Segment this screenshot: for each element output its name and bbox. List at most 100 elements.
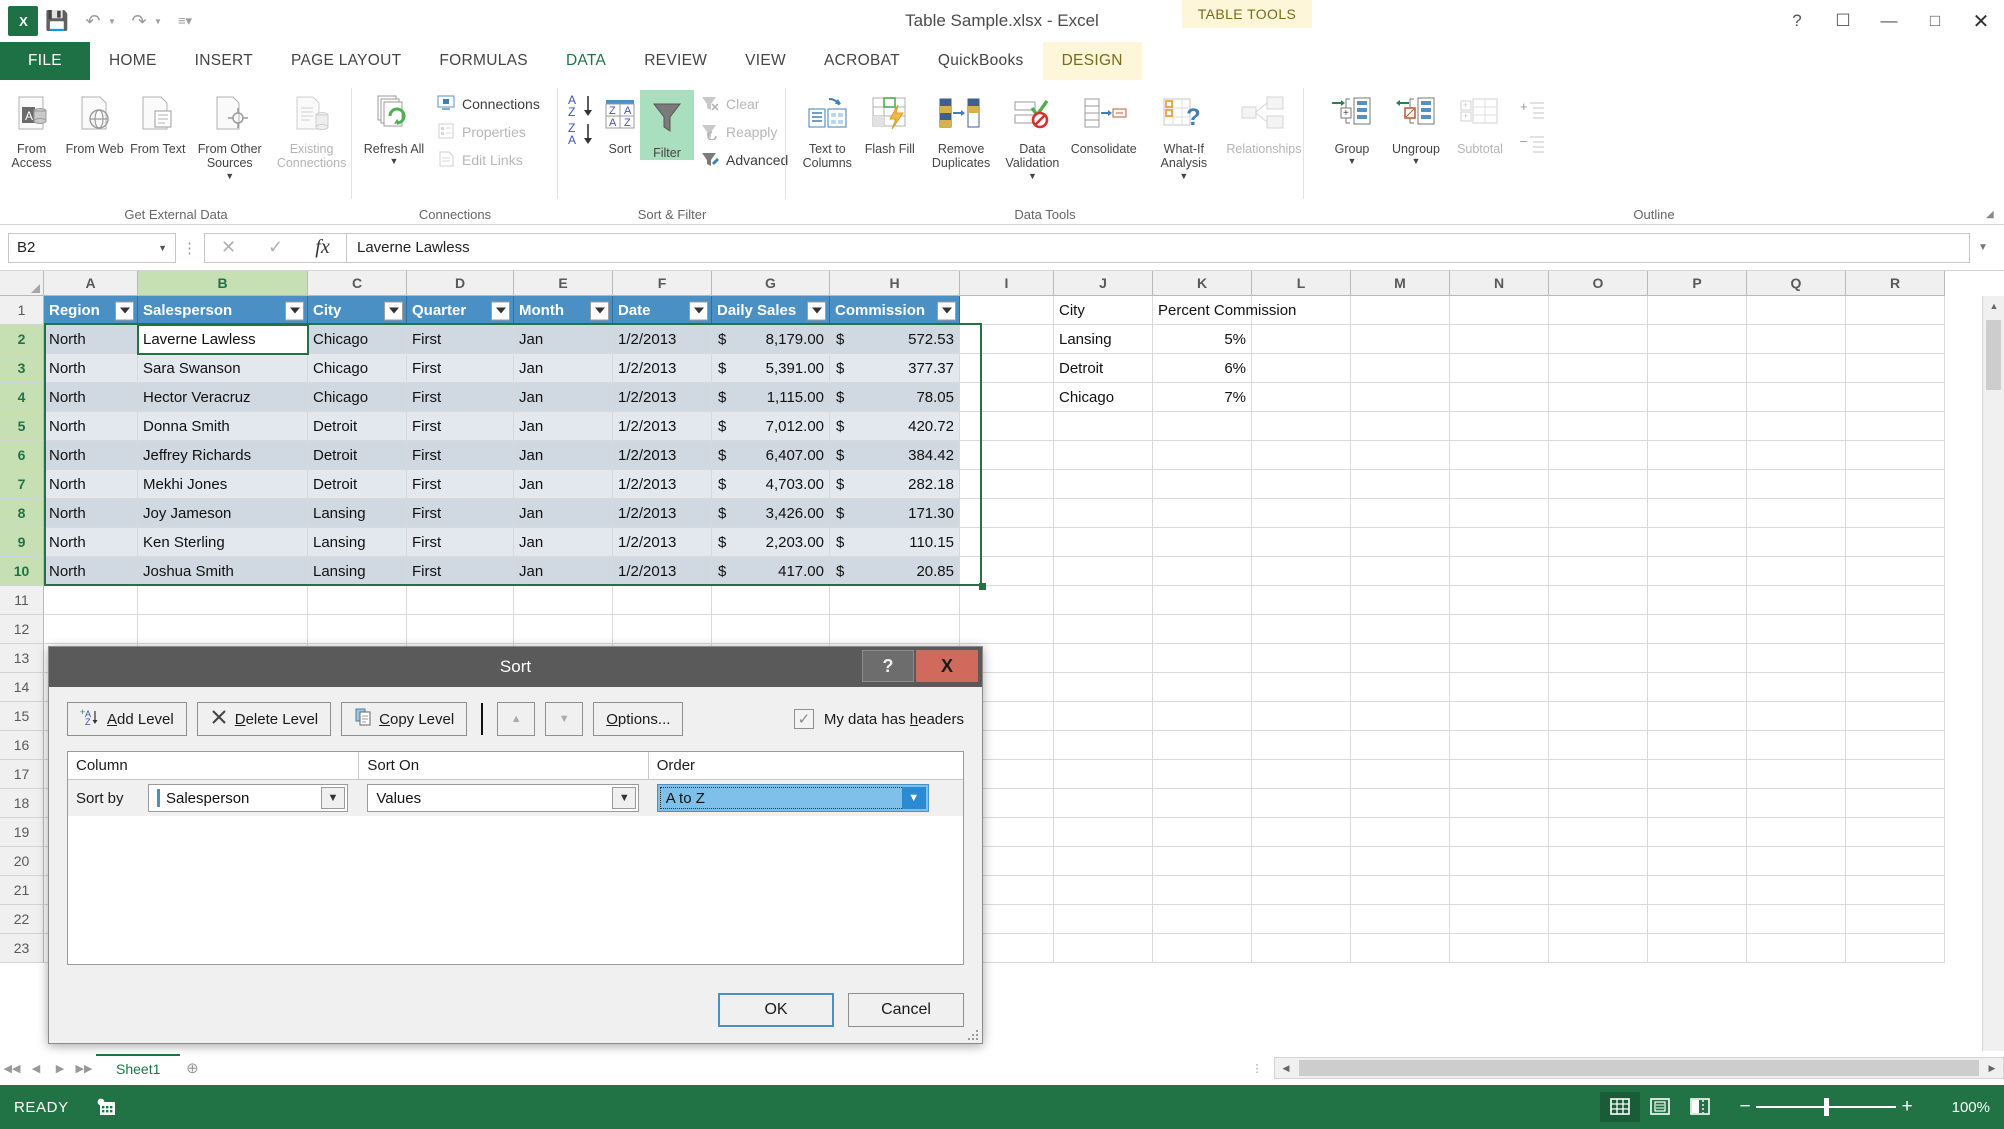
from-other-sources-button[interactable]: From Other Sources ▼ [189, 86, 270, 181]
cell-blank[interactable] [1450, 557, 1549, 586]
cell-blank[interactable] [1252, 847, 1351, 876]
cell-blank[interactable] [1648, 325, 1747, 354]
cell-blank[interactable] [1747, 644, 1846, 673]
cell-blank[interactable] [1648, 760, 1747, 789]
table-cell-r2-c0[interactable]: North [44, 325, 138, 354]
cell-blank[interactable] [1054, 760, 1153, 789]
cell-blank[interactable] [44, 586, 138, 615]
cell-blank[interactable] [308, 615, 407, 644]
relationships-button[interactable]: Relationships [1224, 86, 1304, 156]
cell-blank[interactable] [1648, 934, 1747, 963]
next-sheet-icon[interactable]: ▶ [48, 1062, 72, 1075]
table-cell-r6-c2[interactable]: Detroit [308, 441, 407, 470]
table-cell-r7-c1[interactable]: Mekhi Jones [138, 470, 308, 499]
cell-blank[interactable] [1846, 818, 1945, 847]
cell-blank[interactable] [1648, 702, 1747, 731]
cell-blank[interactable] [407, 586, 514, 615]
cell-blank[interactable] [1450, 876, 1549, 905]
cell-blank[interactable] [1252, 789, 1351, 818]
options-button[interactable]: Options... [593, 702, 683, 736]
tab-formulas[interactable]: FORMULAS [420, 42, 547, 80]
column-header-C[interactable]: C [308, 271, 407, 296]
cell-blank[interactable] [1846, 731, 1945, 760]
table-cell-r3-c4[interactable]: Jan [514, 354, 613, 383]
cell-blank[interactable] [1351, 296, 1450, 325]
tab-design[interactable]: DESIGN [1043, 42, 1142, 80]
cell-blank[interactable] [1450, 528, 1549, 557]
table-cell-r3-c2[interactable]: Chicago [308, 354, 407, 383]
cell-blank[interactable] [1054, 818, 1153, 847]
cell-blank[interactable] [1846, 296, 1945, 325]
cell-blank[interactable] [1153, 499, 1252, 528]
table-cell-r9-c3[interactable]: First [407, 528, 514, 557]
cell-blank[interactable] [960, 499, 1054, 528]
tab-quickbooks[interactable]: QuickBooks [919, 42, 1043, 80]
table-cell-r8-c7[interactable]: $171.30 [830, 499, 960, 528]
row-header-15[interactable]: 15 [0, 702, 44, 731]
cell-blank[interactable] [1153, 789, 1252, 818]
cell-blank[interactable] [1747, 470, 1846, 499]
table-cell-r8-c3[interactable]: First [407, 499, 514, 528]
table-cell-r4-c1[interactable]: Hector Veracruz [138, 383, 308, 412]
cell-blank[interactable] [1747, 731, 1846, 760]
table-cell-r10-c0[interactable]: North [44, 557, 138, 586]
scroll-right-icon[interactable]: ▶ [1981, 1063, 2003, 1074]
cell-blank[interactable] [1747, 760, 1846, 789]
cell-blank[interactable] [1054, 789, 1153, 818]
cell-blank[interactable] [1450, 905, 1549, 934]
cell-blank[interactable] [1549, 615, 1648, 644]
tab-page-layout[interactable]: PAGE LAYOUT [272, 42, 420, 80]
prev-sheet-icon[interactable]: ◀ [24, 1062, 48, 1075]
table-cell-r6-c0[interactable]: North [44, 441, 138, 470]
cell-blank[interactable] [308, 586, 407, 615]
refresh-all-dropdown-icon[interactable]: ▼ [389, 156, 400, 166]
column-header-I[interactable]: I [960, 271, 1054, 296]
redo-icon[interactable]: ↷ [122, 6, 156, 36]
table-cell-r7-c0[interactable]: North [44, 470, 138, 499]
cell-blank[interactable] [1351, 586, 1450, 615]
cell-blank[interactable] [1747, 673, 1846, 702]
table-cell-r7-c3[interactable]: First [407, 470, 514, 499]
cell-blank[interactable] [1747, 325, 1846, 354]
ungroup-dropdown-icon[interactable]: ▼ [1411, 156, 1422, 166]
table-cell-r7-c6[interactable]: $4,703.00 [712, 470, 830, 499]
cell-blank[interactable] [1450, 354, 1549, 383]
table-cell-r4-c6[interactable]: $1,115.00 [712, 383, 830, 412]
column-header-H[interactable]: H [830, 271, 960, 296]
cell-blank[interactable] [1549, 383, 1648, 412]
cell-blank[interactable] [1450, 934, 1549, 963]
cell-blank[interactable] [1351, 354, 1450, 383]
name-box-dropdown-icon[interactable]: ▼ [158, 243, 167, 253]
cell-blank[interactable] [1351, 818, 1450, 847]
cell-blank[interactable] [1846, 325, 1945, 354]
cell-blank[interactable] [1153, 905, 1252, 934]
table-cell-r8-c2[interactable]: Lansing [308, 499, 407, 528]
cell-blank[interactable] [1648, 818, 1747, 847]
cell-blank[interactable] [1549, 847, 1648, 876]
cell-blank[interactable] [1450, 383, 1549, 412]
table-cell-r5-c4[interactable]: Jan [514, 412, 613, 441]
cell-blank[interactable] [1450, 789, 1549, 818]
cell-blank[interactable] [1351, 470, 1450, 499]
consolidate-button[interactable]: Consolidate [1064, 86, 1144, 156]
column-header-O[interactable]: O [1549, 271, 1648, 296]
select-all-button[interactable] [0, 271, 44, 296]
tab-data[interactable]: DATA [547, 42, 625, 80]
tab-view[interactable]: VIEW [726, 42, 805, 80]
cell-blank[interactable] [1054, 412, 1153, 441]
table-cell-r5-c1[interactable]: Donna Smith [138, 412, 308, 441]
table-header-region[interactable]: Region [44, 296, 138, 325]
save-icon[interactable]: 💾 [40, 6, 74, 36]
column-header-A[interactable]: A [44, 271, 138, 296]
what-if-analysis-button[interactable]: ? What-If Analysis ▼ [1144, 86, 1224, 181]
last-sheet-icon[interactable]: ▶▶ [72, 1062, 96, 1075]
row-header-12[interactable]: 12 [0, 615, 44, 644]
table-header-commission[interactable]: Commission [830, 296, 960, 325]
table-header-city[interactable]: City [308, 296, 407, 325]
from-access-button[interactable]: A From Access [0, 86, 63, 171]
cell-blank[interactable] [1450, 615, 1549, 644]
cell-blank[interactable] [1549, 760, 1648, 789]
cell-blank[interactable] [1153, 644, 1252, 673]
lookup-cell-city-0[interactable]: Lansing [1054, 325, 1153, 354]
cell-blank[interactable] [1648, 847, 1747, 876]
